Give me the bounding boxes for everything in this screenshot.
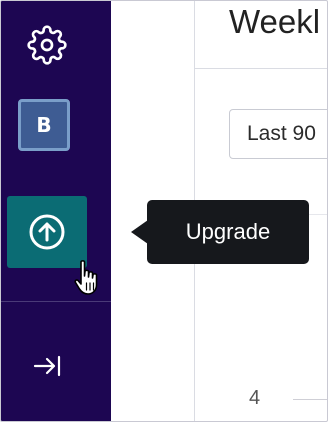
date-range-value: Last 90 — [247, 122, 316, 145]
header-divider — [195, 68, 327, 69]
expand-right-icon — [33, 355, 61, 377]
hand-pointer-icon — [74, 260, 98, 295]
sidebar-divider — [1, 301, 111, 302]
expand-sidebar-button[interactable] — [27, 346, 67, 386]
sidebar: B — [1, 1, 111, 421]
page-title: Weekl — [229, 3, 321, 40]
upgrade-tooltip: Upgrade — [147, 200, 309, 264]
chart-gridline — [293, 399, 327, 400]
avatar-initial: B — [36, 113, 52, 137]
settings-button[interactable] — [27, 25, 67, 65]
date-range-select[interactable]: Last 90 — [229, 109, 327, 159]
tooltip-arrow — [131, 220, 148, 244]
upgrade-button[interactable] — [7, 196, 87, 268]
workspace-avatar[interactable]: B — [18, 99, 70, 151]
app-window: Weekl Last 90 4 B Upgrade — [0, 0, 328, 422]
y-axis-tick-label: 4 — [249, 387, 261, 409]
gear-icon — [27, 25, 67, 65]
arrow-up-circle-icon — [29, 214, 65, 250]
tooltip-label: Upgrade — [185, 219, 271, 244]
